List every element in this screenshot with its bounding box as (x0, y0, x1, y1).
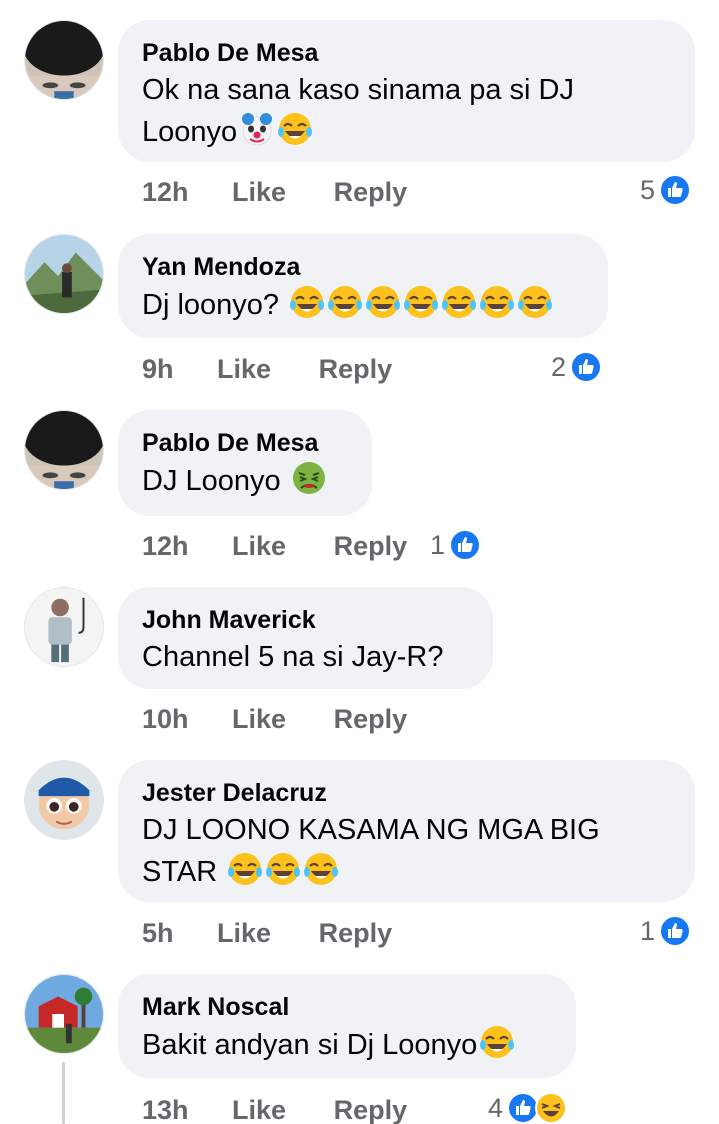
comment-actions: 12h Like Reply (142, 528, 407, 564)
tears-of-joy-icon (289, 284, 325, 320)
avatar[interactable] (24, 974, 104, 1054)
reaction-summary[interactable]: 1 (640, 913, 692, 949)
comment-bubble: John Maverick Channel 5 na si Jay-R? (118, 587, 493, 689)
avatar[interactable] (24, 410, 104, 490)
reaction-count: 1 (430, 530, 446, 560)
reply-button[interactable]: Reply (319, 915, 393, 951)
like-button[interactable]: Like (217, 351, 271, 387)
comment-timestamp[interactable]: 9h (142, 351, 174, 387)
tears-of-joy-icon (403, 284, 439, 320)
comment-timestamp[interactable]: 12h (142, 174, 189, 210)
avatar[interactable] (24, 234, 104, 314)
comment-actions: 13h Like Reply (142, 1092, 407, 1124)
comment-bubble: Pablo De Mesa DJ Loonyo (118, 410, 372, 516)
comment-author[interactable]: Mark Noscal (142, 992, 552, 1022)
tears-of-joy-icon (327, 284, 363, 320)
thread-line (62, 1062, 65, 1124)
reaction-summary[interactable]: 1 (430, 527, 482, 563)
comment-text: Channel 5 na si Jay-R? (142, 641, 444, 673)
comment-text: Ok na sana kaso sinama pa si DJ Loonyo (142, 74, 574, 148)
comment-author[interactable]: Jester Delacruz (142, 778, 671, 808)
haha-reaction-icon (535, 1092, 568, 1124)
tears-of-joy-icon (441, 284, 477, 320)
comment-bubble: Jester Delacruz DJ LOONO KASAMA NG MGA B… (118, 760, 695, 902)
reaction-summary[interactable]: 2 (551, 349, 603, 385)
comment-actions: 12h Like Reply (142, 174, 407, 210)
reply-button[interactable]: Reply (334, 528, 408, 564)
comment-text: DJ LOONO KASAMA NG MGA BIG STAR (142, 814, 600, 888)
avatar[interactable] (24, 20, 104, 100)
comment-author[interactable]: Pablo De Mesa (142, 428, 348, 458)
tears-of-joy-icon (303, 851, 339, 887)
reaction-count: 5 (640, 175, 656, 205)
like-button[interactable]: Like (232, 174, 286, 210)
like-button[interactable]: Like (232, 528, 286, 564)
comment-timestamp[interactable]: 10h (142, 701, 189, 737)
like-button[interactable]: Like (232, 1092, 286, 1124)
tears-of-joy-icon (227, 851, 263, 887)
tears-of-joy-icon (277, 111, 313, 147)
comment-text: Bakit andyan si Dj Loonyo (142, 1024, 552, 1066)
comment-bubble: Yan Mendoza Dj loonyo? (118, 234, 608, 338)
tears-of-joy-icon (479, 284, 515, 320)
reaction-count: 4 (488, 1093, 504, 1123)
comment-actions: 10h Like Reply (142, 701, 407, 737)
reply-button[interactable]: Reply (334, 1092, 408, 1124)
comment-bubble: Pablo De Mesa Ok na sana kaso sinama pa … (118, 20, 695, 162)
tears-of-joy-icon (265, 851, 301, 887)
clown-face-icon (239, 111, 275, 147)
comment-timestamp[interactable]: 12h (142, 528, 189, 564)
like-reaction-icon (449, 529, 482, 561)
comment-author[interactable]: John Maverick (142, 605, 469, 635)
reply-button[interactable]: Reply (334, 701, 408, 737)
reaction-count: 1 (640, 916, 656, 946)
comment-text: DJ Loonyo (142, 460, 348, 502)
comment-text: Dj loonyo? (142, 284, 584, 326)
comment-author[interactable]: Pablo De Mesa (142, 38, 671, 68)
reply-button[interactable]: Reply (319, 351, 393, 387)
nauseated-face-icon (291, 460, 327, 496)
like-button[interactable]: Like (232, 701, 286, 737)
reaction-summary[interactable]: 5 (640, 172, 692, 208)
avatar[interactable] (24, 760, 104, 840)
tears-of-joy-icon (365, 284, 401, 320)
reply-button[interactable]: Reply (334, 174, 408, 210)
like-reaction-icon (659, 915, 692, 947)
like-reaction-icon (659, 174, 692, 206)
comment-actions: 5h Like Reply (142, 915, 392, 951)
comment-timestamp[interactable]: 13h (142, 1092, 189, 1124)
like-button[interactable]: Like (217, 915, 271, 951)
like-reaction-icon (570, 351, 603, 383)
comment-bubble: Mark Noscal Bakit andyan si Dj Loonyo (118, 974, 576, 1078)
comment-timestamp[interactable]: 5h (142, 915, 174, 951)
comment-author[interactable]: Yan Mendoza (142, 252, 584, 282)
reaction-summary[interactable]: 4 (488, 1090, 568, 1124)
reaction-count: 2 (551, 352, 567, 382)
avatar[interactable] (24, 587, 104, 667)
comment-actions: 9h Like Reply (142, 351, 392, 387)
tears-of-joy-icon (517, 284, 553, 320)
tears-of-joy-icon (479, 1024, 515, 1060)
